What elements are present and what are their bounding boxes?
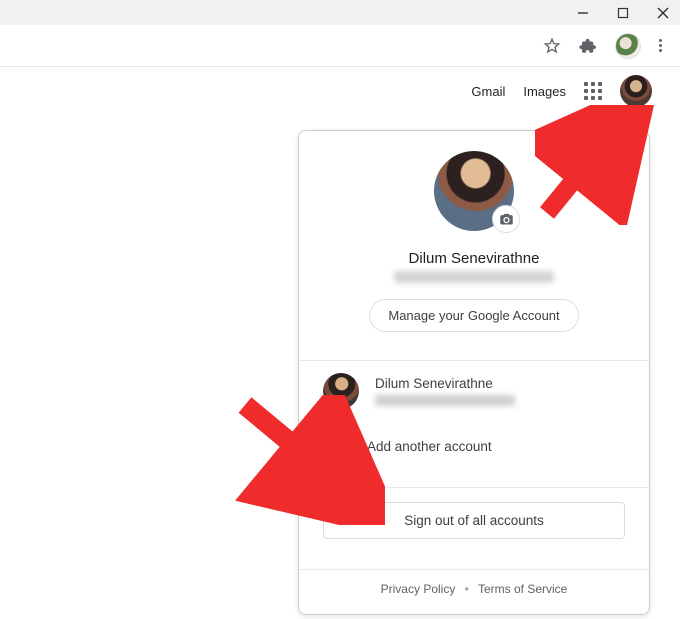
add-account-row[interactable]: Add another account: [299, 421, 649, 471]
secondary-avatar: [323, 373, 359, 409]
account-menu: Dilum Senevirathne Manage your Google Ac…: [298, 130, 650, 615]
change-photo-button[interactable]: [492, 205, 520, 233]
google-apps-icon[interactable]: [584, 82, 602, 100]
secondary-account-row[interactable]: Dilum Senevirathne: [299, 361, 649, 421]
primary-account-email: [394, 271, 554, 283]
secondary-account-name: Dilum Senevirathne: [375, 376, 515, 391]
images-link[interactable]: Images: [523, 84, 566, 99]
manage-account-button[interactable]: Manage your Google Account: [369, 299, 578, 332]
account-menu-footer: Privacy Policy • Terms of Service: [299, 570, 649, 600]
add-account-label: Add another account: [367, 439, 492, 454]
star-icon[interactable]: [543, 37, 561, 55]
secondary-account-email: [375, 395, 515, 406]
maximize-icon[interactable]: [616, 6, 630, 20]
window-titlebar: [0, 0, 680, 25]
browser-menu-icon[interactable]: [659, 39, 662, 52]
privacy-link[interactable]: Privacy Policy: [381, 582, 456, 596]
sign-out-button[interactable]: Sign out of all accounts: [323, 502, 625, 539]
account-avatar-button[interactable]: [620, 75, 652, 107]
primary-account-name: Dilum Senevirathne: [323, 250, 625, 267]
google-header: Gmail Images: [0, 67, 680, 115]
gmail-link[interactable]: Gmail: [471, 84, 505, 99]
primary-avatar-wrap: [434, 151, 514, 231]
minimize-icon[interactable]: [576, 6, 590, 20]
terms-link[interactable]: Terms of Service: [478, 582, 567, 596]
browser-toolbar: [0, 25, 680, 67]
add-person-icon: [326, 435, 348, 457]
browser-profile-avatar[interactable]: [615, 33, 641, 59]
extensions-icon[interactable]: [579, 37, 597, 55]
close-icon[interactable]: [656, 6, 670, 20]
separator-dot: •: [465, 582, 469, 596]
